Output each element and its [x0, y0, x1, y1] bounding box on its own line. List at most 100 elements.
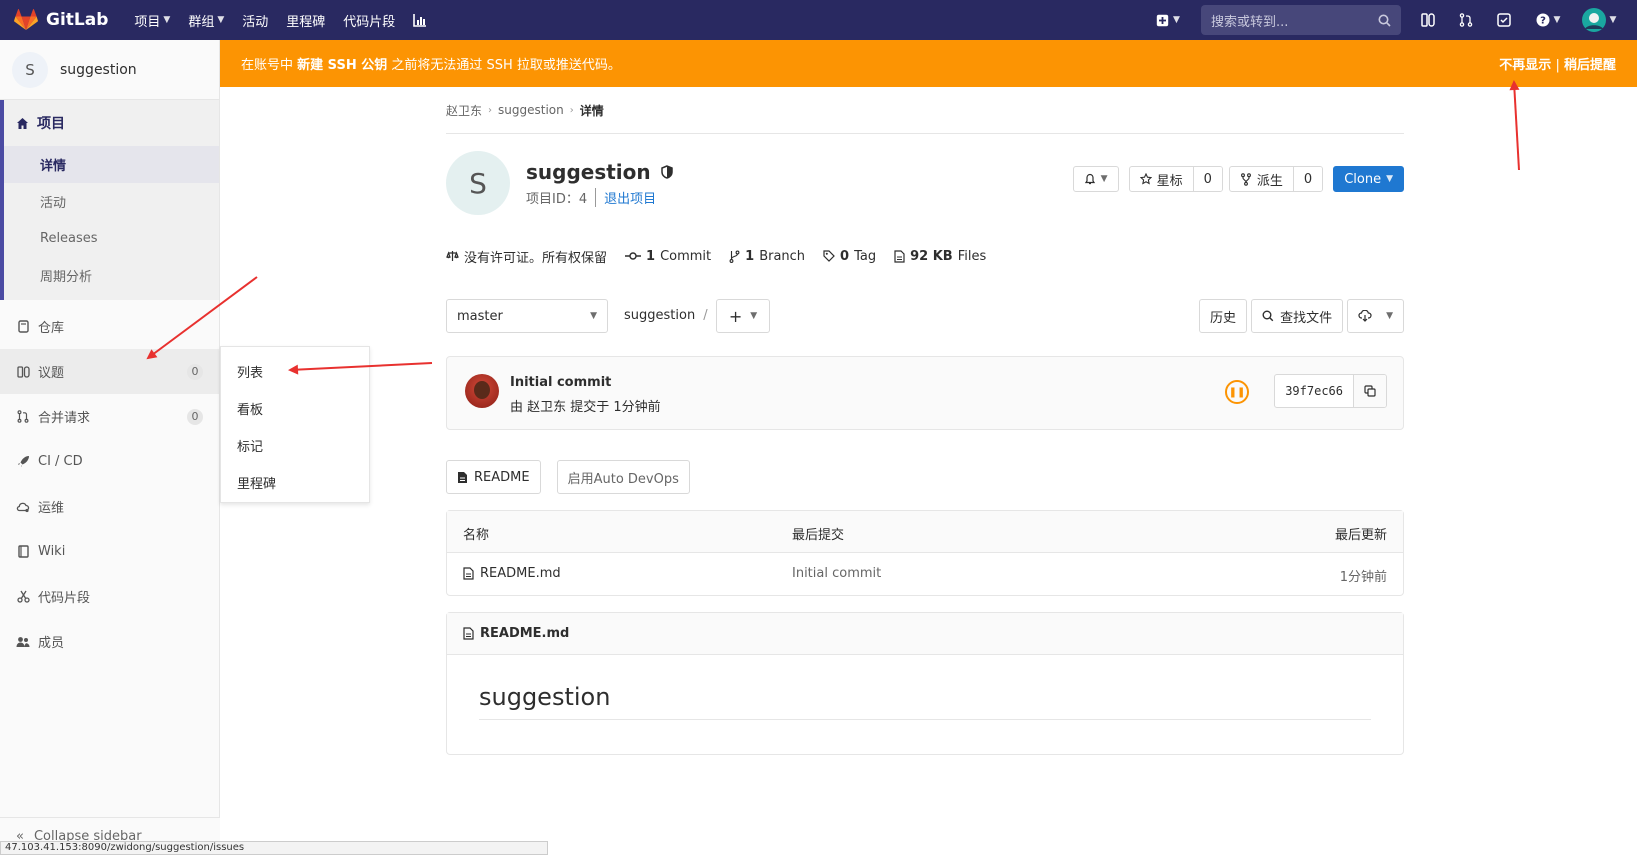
- fork-label: 派生: [1256, 173, 1283, 189]
- merge-requests-count-badge: 0: [187, 408, 203, 425]
- sidebar-item-details[interactable]: 详情: [4, 146, 219, 183]
- flyout-item-milestones[interactable]: 里程碑: [221, 464, 369, 501]
- user-avatar[interactable]: ▼: [1573, 0, 1625, 40]
- flyout-item-labels[interactable]: 标记: [221, 427, 369, 464]
- readme-panel: README.md suggestion: [446, 612, 1404, 755]
- breadcrumb-namespace[interactable]: 赵卫东: [446, 102, 482, 119]
- readme-button[interactable]: README: [446, 460, 541, 494]
- sidebar-item-activity[interactable]: 活动: [4, 183, 219, 220]
- brand-name: GitLab: [46, 10, 109, 30]
- branch-icon: [729, 250, 740, 263]
- sidebar-item-members[interactable]: 成员: [0, 619, 219, 664]
- sidebar-item-releases[interactable]: Releases: [4, 220, 219, 257]
- chart-icon[interactable]: [413, 13, 427, 27]
- fork-button[interactable]: 派生 0: [1228, 166, 1324, 192]
- annotation-arrow: [1509, 80, 1520, 171]
- file-tree-table: 名称 最后提交 最后更新 README.md Initial commit 1分…: [446, 510, 1404, 596]
- history-button[interactable]: 历史: [1199, 299, 1248, 333]
- sidebar-item-label: CI / CD: [38, 454, 83, 469]
- sidebar-item-wiki[interactable]: Wiki: [0, 529, 219, 574]
- file-icon: [463, 567, 474, 580]
- commit-author-line: 由 赵卫东 提交于 1分钟前: [510, 400, 661, 415]
- sidebar-item-cycle-analytics[interactable]: 周期分析: [4, 257, 219, 294]
- sidebar-project-name: suggestion: [60, 61, 137, 78]
- sidebar-item-ci-cd[interactable]: CI / CD: [0, 439, 219, 484]
- clone-label: Clone: [1344, 171, 1382, 187]
- project-avatar-large: S: [446, 151, 510, 215]
- nav-activity[interactable]: 活动: [242, 11, 268, 30]
- sidebar-item-repository[interactable]: 仓库: [0, 304, 219, 349]
- find-file-button[interactable]: 查找文件: [1251, 299, 1344, 333]
- flyout-item-boards[interactable]: 看板: [221, 390, 369, 427]
- license-stat[interactable]: 没有许可证。所有权保留: [446, 247, 607, 266]
- notification-dropdown[interactable]: ▼: [1072, 166, 1119, 192]
- gitlab-logo[interactable]: GitLab: [14, 9, 108, 31]
- commit-title-link[interactable]: Initial commit: [510, 375, 611, 390]
- project-header: S suggestion 项目ID：4 退出项目 ▼ 星标 0 派生 0 Clone…: [446, 134, 1404, 232]
- add-ssh-key-link[interactable]: 新建 SSH 公钥: [297, 58, 387, 73]
- pipeline-paused-icon[interactable]: ❚❚: [1225, 380, 1249, 404]
- ssh-key-warning-banner: 在账号中 新建 SSH 公钥 之前将无法通过 SSH 拉取或推送代码。 不再显示…: [220, 40, 1637, 87]
- readme-header: README.md: [447, 613, 1403, 655]
- bell-icon: [1084, 173, 1095, 185]
- svg-text:?: ?: [1540, 16, 1546, 27]
- star-count[interactable]: 0: [1192, 167, 1222, 191]
- tags-stat[interactable]: 0 Tag: [823, 249, 876, 264]
- file-last-commit-link[interactable]: Initial commit: [792, 566, 881, 581]
- sidebar-item-snippets[interactable]: 代码片段: [0, 574, 219, 619]
- merge-request-icon[interactable]: [1447, 0, 1485, 40]
- branches-stat[interactable]: 1 Branch: [729, 249, 805, 264]
- breadcrumb-current[interactable]: 详情: [580, 102, 604, 119]
- issues-icon[interactable]: [1409, 0, 1447, 40]
- star-button[interactable]: 星标 0: [1128, 166, 1223, 192]
- cloud-download-icon: [1358, 310, 1372, 322]
- clone-dropdown[interactable]: Clone ▼: [1333, 166, 1404, 192]
- sidebar-item-operations[interactable]: 运维: [0, 484, 219, 529]
- users-icon: [16, 636, 30, 648]
- sidebar-item-project[interactable]: 项目: [4, 100, 219, 146]
- nav-groups[interactable]: 群组 ▼: [188, 11, 224, 30]
- remind-later-link[interactable]: 稍后提醒: [1564, 58, 1616, 73]
- commits-stat[interactable]: 1 Commit: [625, 249, 711, 264]
- download-dropdown[interactable]: ▼: [1347, 299, 1404, 333]
- commit-author-avatar[interactable]: [465, 374, 499, 408]
- repo-path: suggestion /: [624, 308, 708, 323]
- fork-count[interactable]: 0: [1292, 167, 1323, 191]
- main-content: 赵卫东 › suggestion › 详情 S suggestion 项目ID：…: [446, 87, 1404, 755]
- new-item-icon[interactable]: ▼: [1143, 0, 1193, 40]
- readme-heading: suggestion: [479, 683, 1371, 720]
- breadcrumb-project[interactable]: suggestion: [498, 103, 564, 117]
- branch-select[interactable]: master ▼: [446, 299, 608, 333]
- merge-request-icon: [16, 410, 30, 423]
- sidebar-item-merge-requests[interactable]: 合并请求 0: [0, 394, 219, 439]
- todo-icon[interactable]: [1485, 0, 1523, 40]
- enable-auto-devops-button[interactable]: 启用Auto DevOps: [556, 460, 690, 494]
- project-id-row: 项目ID：4 退出项目: [526, 188, 656, 207]
- leave-project-link[interactable]: 退出项目: [595, 188, 656, 207]
- table-row[interactable]: README.md Initial commit 1分钟前: [447, 553, 1403, 595]
- chevron-down-icon: ▼: [163, 15, 171, 25]
- chevron-down-icon: ▼: [1100, 174, 1108, 184]
- copy-icon[interactable]: [1353, 375, 1386, 407]
- flyout-item-list[interactable]: 列表: [221, 353, 369, 390]
- quick-actions: README 启用Auto DevOps: [446, 460, 1404, 494]
- add-to-tree-dropdown[interactable]: + ▼: [716, 299, 770, 333]
- dont-show-again-link[interactable]: 不再显示: [1499, 58, 1551, 73]
- nav-snippets[interactable]: 代码片段: [343, 11, 395, 30]
- repo-root-link[interactable]: suggestion: [624, 308, 695, 323]
- commit-sha[interactable]: 39f7ec66: [1275, 375, 1353, 407]
- nav-projects[interactable]: 项目 ▼: [134, 11, 170, 30]
- help-icon[interactable]: ? ▼: [1523, 0, 1573, 40]
- sidebar-item-issues[interactable]: 议题 0: [0, 349, 219, 394]
- files-stat[interactable]: 92 KB Files: [894, 249, 986, 264]
- chevron-down-icon: ▼: [217, 15, 225, 25]
- sidebar-item-label: 合并请求: [38, 411, 91, 426]
- file-icon: [463, 627, 474, 640]
- star-label: 星标: [1156, 173, 1183, 189]
- top-right-controls: ▼ 搜索或转到... ? ▼ ▼: [1143, 0, 1637, 40]
- search-input[interactable]: 搜索或转到...: [1201, 5, 1401, 35]
- nav-milestones[interactable]: 里程碑: [286, 11, 325, 30]
- sidebar-project-header[interactable]: S suggestion: [0, 40, 219, 100]
- book-icon: [16, 320, 30, 333]
- file-name-link[interactable]: README.md: [463, 566, 561, 581]
